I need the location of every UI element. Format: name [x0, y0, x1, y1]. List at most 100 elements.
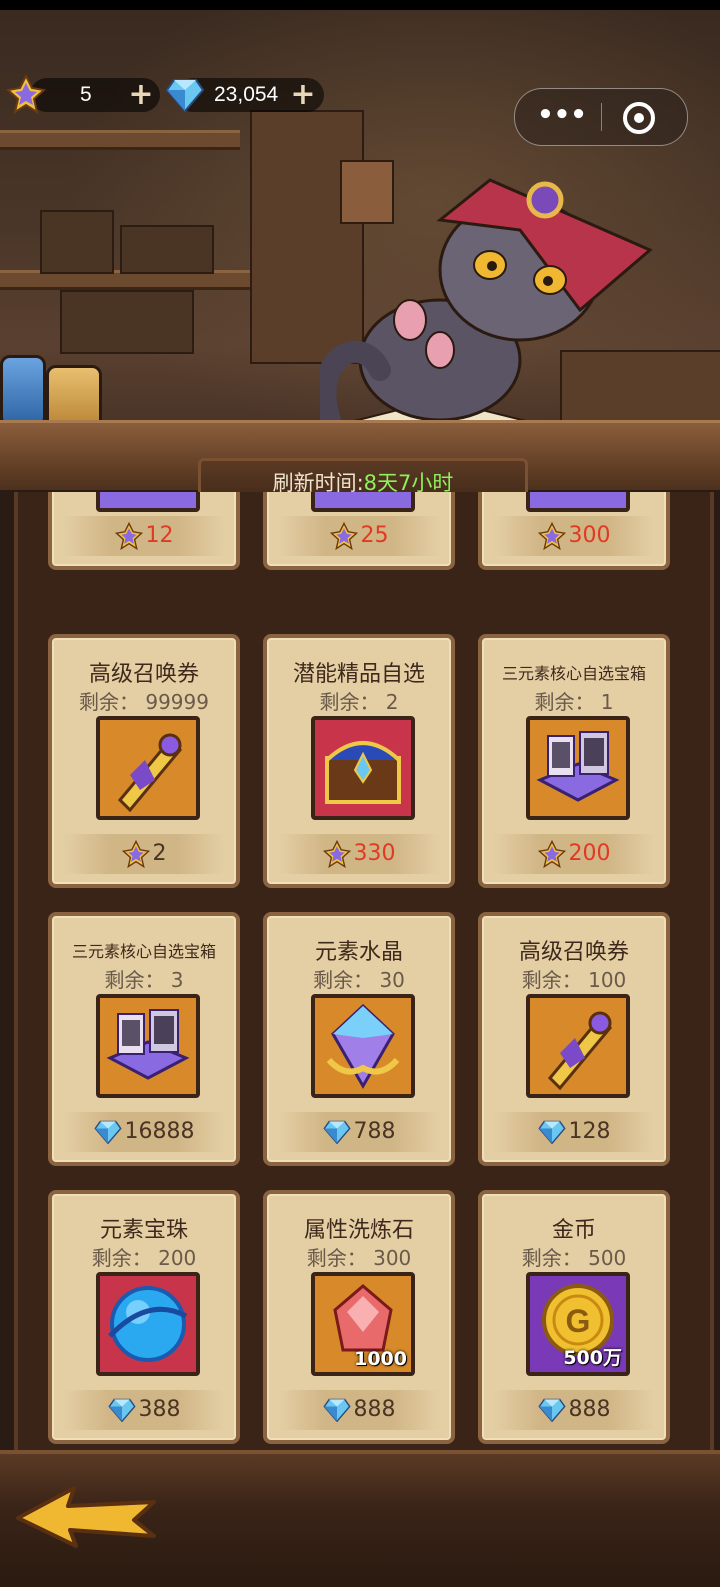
back-arrow-button[interactable]: [14, 1480, 164, 1550]
item-stock: 剩余： 30: [313, 968, 405, 992]
more-menu-button[interactable]: •••: [537, 89, 587, 145]
ticket-icon: [537, 522, 566, 550]
treasure-chest-icon: [315, 720, 411, 816]
item-icon-frame: G 500万: [526, 1272, 630, 1376]
item-name: 元素水晶: [314, 940, 403, 965]
price-tag[interactable]: 2: [62, 834, 226, 874]
price-value: 388: [138, 1397, 181, 1422]
item-name: 金币: [551, 1218, 596, 1243]
shop-item-card[interactable]: 金币剩余： 500 G 500万 888: [478, 1190, 670, 1444]
miniprogram-capsule: •••: [514, 88, 688, 146]
wizard-cat-mascot: [320, 178, 653, 431]
ticket-icon: [537, 840, 566, 868]
item-icon-frame: [526, 994, 630, 1098]
add-diamond-button[interactable]: +: [290, 80, 316, 110]
item-quantity: 1000: [354, 1348, 407, 1370]
summon-scroll-icon: [100, 720, 196, 816]
item-icon-frame: [96, 1272, 200, 1376]
item-icon-frame: [311, 994, 415, 1098]
card-box-icon: [530, 720, 626, 816]
diamond-icon: [322, 1398, 351, 1422]
item-stock: 剩余： 500: [521, 1246, 627, 1270]
diamond-count: 23,054: [214, 83, 279, 106]
ticket-icon: [121, 840, 150, 868]
item-stock: 剩余： 99999: [79, 690, 209, 714]
shop-item-card-partial[interactable]: 300: [478, 492, 670, 570]
card-box-icon: [100, 998, 196, 1094]
ticket-icon: [114, 522, 143, 550]
price-value: 16888: [124, 1119, 195, 1144]
price-value: 12: [145, 523, 174, 548]
price-value: 788: [353, 1119, 396, 1144]
price-value: 888: [353, 1397, 396, 1422]
shop-item-card-partial[interactable]: 12: [48, 492, 240, 570]
status-bar: [0, 0, 720, 10]
element-orb-icon: [100, 1276, 196, 1372]
item-stock: 剩余： 2: [319, 690, 399, 714]
shop-item-card[interactable]: 三元素核心自选宝箱剩余： 3 16888: [48, 912, 240, 1166]
item-stock: 剩余： 100: [521, 968, 627, 992]
item-icon-frame: 1000: [311, 1272, 415, 1376]
price-tag[interactable]: 16888: [62, 1112, 226, 1152]
price-value: 128: [568, 1119, 611, 1144]
item-name: 高级召唤券: [88, 662, 199, 687]
item-quantity: 500万: [563, 1347, 622, 1369]
item-icon-frame: [96, 716, 200, 820]
price-value: 330: [353, 841, 396, 866]
price-value: 300: [568, 523, 611, 548]
price-value: 888: [568, 1397, 611, 1422]
price-value: 25: [360, 523, 389, 548]
close-miniprogram-button[interactable]: [623, 102, 655, 134]
item-name: 元素宝珠: [99, 1218, 188, 1243]
price-tag[interactable]: 300: [492, 516, 656, 556]
diamond-icon: [537, 1120, 566, 1144]
item-name: 潜能精品自选: [292, 662, 425, 687]
price-tag[interactable]: 25: [277, 516, 441, 556]
price-tag[interactable]: 888: [492, 1390, 656, 1430]
price-tag[interactable]: 388: [62, 1390, 226, 1430]
ticket-icon: [322, 840, 351, 868]
item-name: 三元素核心自选宝箱: [71, 942, 216, 961]
item-icon-frame: [96, 994, 200, 1098]
diamond-icon: [166, 79, 204, 112]
diamond-icon: [107, 1398, 136, 1422]
shop-item-card[interactable]: 三元素核心自选宝箱剩余： 1 200: [478, 634, 670, 888]
shop-item-card[interactable]: 高级召唤券剩余： 99999 2: [48, 634, 240, 888]
shop-item-card-partial[interactable]: 25: [263, 492, 455, 570]
item-name: 三元素核心自选宝箱: [501, 664, 646, 683]
price-value: 200: [568, 841, 611, 866]
price-tag[interactable]: 128: [492, 1112, 656, 1152]
shop-item-card[interactable]: 潜能精品自选 剩余： 2 330: [263, 634, 455, 888]
price-tag[interactable]: 788: [277, 1112, 441, 1152]
price-value: 2: [152, 841, 167, 866]
shop-item-card[interactable]: 元素宝珠剩余： 200 388: [48, 1190, 240, 1444]
ticket-icon: [6, 74, 46, 114]
item-stock: 剩余： 3: [104, 968, 184, 992]
item-icon-frame: [96, 492, 200, 512]
item-icon-frame: [311, 492, 415, 512]
price-tag[interactable]: 330: [277, 834, 441, 874]
add-ticket-button[interactable]: +: [128, 80, 154, 110]
ticket-icon: [329, 522, 358, 550]
item-stock: 剩余： 200: [91, 1246, 197, 1270]
item-name: 属性洗炼石: [303, 1218, 414, 1243]
item-icon-frame: [526, 492, 630, 512]
item-icon-frame: [311, 716, 415, 820]
shop-item-grid[interactable]: 12 25 300 高级召唤券 剩余： 99999 2 潜能精品自选 剩余： 2 330 三元素…: [14, 492, 714, 1450]
price-tag[interactable]: 12: [62, 516, 226, 556]
price-tag[interactable]: 200: [492, 834, 656, 874]
svg-text:G: G: [566, 1303, 591, 1339]
shop-item-card[interactable]: 元素水晶剩余： 30 788: [263, 912, 455, 1166]
diamond-icon: [322, 1120, 351, 1144]
shop-item-card[interactable]: 高级召唤券剩余： 100 128: [478, 912, 670, 1166]
item-name: 高级召唤券: [518, 940, 629, 965]
diamond-icon: [93, 1120, 122, 1144]
shop-item-card[interactable]: 属性洗炼石剩余： 300 1000 888: [263, 1190, 455, 1444]
item-stock: 剩余： 1: [534, 690, 614, 714]
price-tag[interactable]: 888: [277, 1390, 441, 1430]
element-crystal-icon: [315, 998, 411, 1094]
item-icon-frame: [526, 716, 630, 820]
summon-scroll-icon: [530, 998, 626, 1094]
item-stock: 剩余： 300: [306, 1246, 412, 1270]
ticket-count: 5: [80, 83, 92, 106]
